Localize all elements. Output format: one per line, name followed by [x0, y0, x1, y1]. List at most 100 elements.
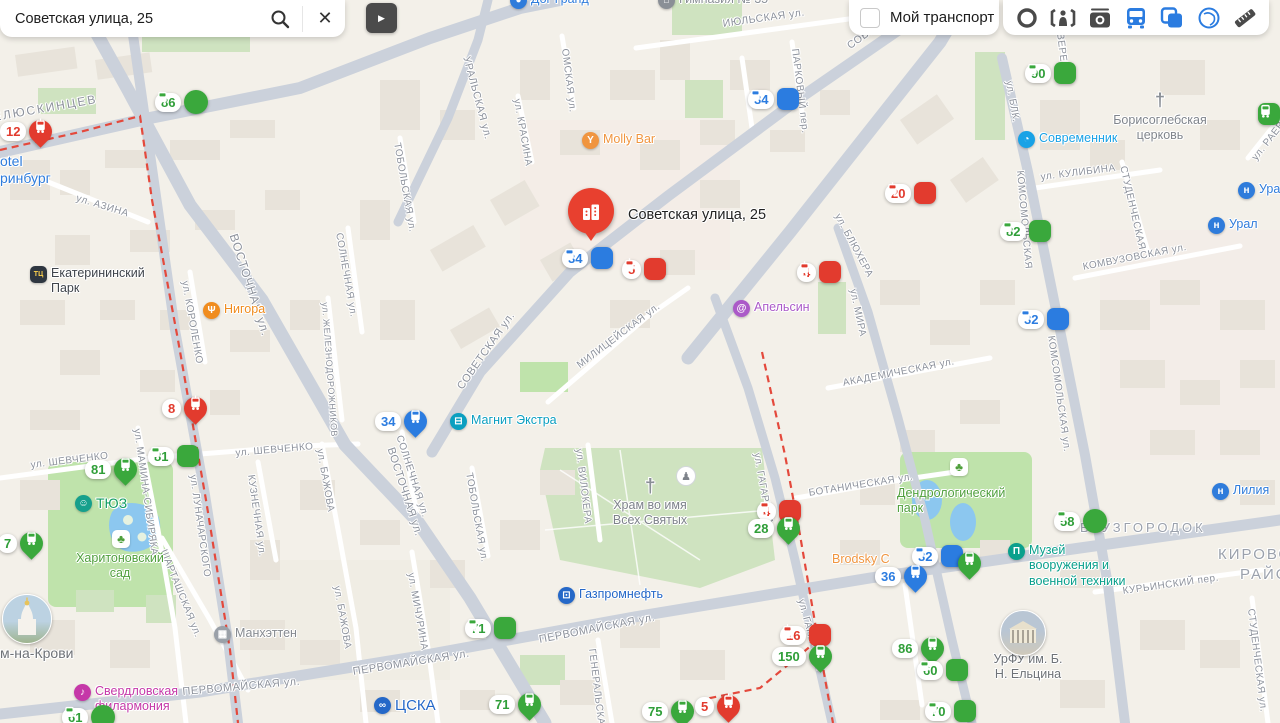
- poi-text: Магнит Экстра: [471, 413, 557, 427]
- church-photo[interactable]: [2, 594, 52, 644]
- poi-label[interactable]: † Борисоглебская церковь: [1113, 90, 1207, 144]
- poi-label[interactable]: @ Апельсин: [733, 300, 810, 317]
- my-transport-label: Мой транспорт: [890, 9, 995, 26]
- transit-stop-badge[interactable]: 34: [375, 405, 433, 438]
- poi-label[interactable]: н Лилия: [1212, 483, 1269, 500]
- poi-label[interactable]: otel ринбург: [0, 153, 51, 187]
- transit-stop-badge[interactable]: 32: [1018, 308, 1070, 330]
- photos-icon[interactable]: [1085, 3, 1115, 33]
- poi-label[interactable]: ⌂ Гимназия № 35: [658, 0, 768, 9]
- transit-stop-badge[interactable]: 71: [489, 688, 547, 721]
- photo-sphere-icon[interactable]: [1194, 3, 1224, 33]
- tree-icon: ♣: [112, 530, 130, 548]
- transit-stop-badge[interactable]: [1258, 103, 1280, 125]
- bus-marker-icon: [158, 90, 209, 114]
- transit-stop-badge[interactable]: 81: [85, 453, 143, 486]
- transit-stop-badge[interactable]: 5: [695, 690, 745, 723]
- transit-stop-badge[interactable]: 90: [1025, 62, 1077, 84]
- transit-stop-badge[interactable]: 61: [62, 705, 116, 723]
- bag-icon: @: [733, 300, 750, 317]
- search-icon[interactable]: [260, 2, 300, 36]
- transit-stop-badge[interactable]: [953, 547, 986, 580]
- poi-label[interactable]: н Урал: [1208, 217, 1258, 234]
- transit-stop-badge[interactable]: 12: [0, 115, 58, 148]
- bus-marker-icon: [109, 453, 143, 486]
- poi-label[interactable]: Ψ Нигора: [203, 302, 265, 319]
- poi-text: Дендрологический парк: [897, 486, 1006, 516]
- transit-stop-badge[interactable]: 150: [772, 640, 837, 673]
- transit-stop-badge[interactable]: 8: [162, 392, 212, 425]
- transit-stop-badge[interactable]: 60: [917, 659, 969, 681]
- transit-stop-badge[interactable]: 70: [925, 700, 977, 722]
- bus-marker-icon: [751, 88, 800, 110]
- poi-label[interactable]: Y Molly Bar: [582, 132, 655, 149]
- bus-marker-icon: [15, 527, 48, 560]
- transit-stop-badge[interactable]: 58: [1054, 509, 1108, 533]
- transit-stop-badge[interactable]: 86: [892, 632, 950, 665]
- traffic-icon[interactable]: [1012, 3, 1042, 33]
- bus-marker-icon: [151, 445, 200, 467]
- tram-marker-icon: [800, 261, 842, 283]
- poi-label[interactable]: ТЦ Екатерининский Парк: [30, 266, 145, 297]
- poi-label[interactable]: ⊡ Газпромнефть: [558, 587, 663, 604]
- poi-label[interactable]: Дендрологический парк: [897, 486, 1005, 517]
- poi-text: м-на-Крови: [0, 645, 74, 661]
- tram-marker-icon: [625, 258, 667, 280]
- mask-icon: ☺: [75, 495, 92, 512]
- bus-marker-icon: [953, 547, 986, 580]
- poi-label[interactable]: ⊟ Магнит Экстра: [450, 413, 557, 430]
- poi-label[interactable]: ▦ Манхэттен: [214, 626, 297, 643]
- tree-icon: ♣: [950, 458, 968, 476]
- transit-stop-badge[interactable]: 86: [155, 90, 209, 114]
- fork-icon: Ψ: [203, 302, 220, 319]
- poi-label[interactable]: ☺ ТЮЗ: [75, 495, 127, 512]
- search-input[interactable]: [13, 9, 260, 28]
- transit-stop-badge[interactable]: 81: [148, 445, 200, 467]
- university-photo[interactable]: [1000, 610, 1046, 656]
- transit-stop-badge[interactable]: 82: [1000, 220, 1052, 242]
- close-icon[interactable]: ✕: [305, 2, 345, 36]
- poi-label[interactable]: м-на-Крови: [0, 645, 73, 662]
- transit-stop-badge[interactable]: 7: [0, 527, 48, 560]
- bus-marker-icon: [565, 247, 614, 269]
- poi-label[interactable]: П Музей вооружения и военной техники: [1008, 543, 1125, 589]
- transport-icon[interactable]: [1121, 3, 1151, 33]
- poi-label[interactable]: УрФУ им. Б. Н. Ельцина: [994, 652, 1063, 683]
- transit-stop-badge[interactable]: 4: [797, 261, 842, 283]
- poi-label[interactable]: Харитоновский сад: [76, 551, 164, 582]
- bed-icon: н: [1238, 182, 1255, 199]
- panoramas-icon[interactable]: [1048, 3, 1078, 33]
- bus-marker-icon: [513, 688, 547, 721]
- route-number: 36: [875, 567, 902, 586]
- poi-text: otel ринбург: [0, 153, 51, 187]
- transit-stop-badge[interactable]: 75: [642, 695, 700, 723]
- destination-pin[interactable]: [568, 188, 614, 241]
- transit-stop-badge[interactable]: 71: [465, 617, 517, 639]
- school-icon: ⌂: [658, 0, 675, 9]
- transit-stop-badge[interactable]: 34: [748, 88, 800, 110]
- map-canvas[interactable]: ЧЕЛЮСКИНЦЕВ УРАЛЬСКАЯ ул. ОМСКАЯ ул. ПАРКОВ…: [0, 0, 1280, 723]
- poi-label[interactable]: ● Дог Гранд: [510, 0, 589, 9]
- poi-text: Газпромнефть: [579, 587, 663, 601]
- poi-label[interactable]: ∞ ЦСКА: [374, 697, 436, 715]
- poi-text: Современник: [1039, 131, 1118, 145]
- poi-text: Molly Bar: [603, 132, 656, 146]
- bus-marker-icon: [1258, 103, 1280, 125]
- transit-stop-badge[interactable]: 36: [875, 560, 933, 593]
- poi-label[interactable]: н Урал: [1238, 182, 1280, 199]
- ruler-icon[interactable]: [1230, 3, 1260, 33]
- poi-label[interactable]: ◔ Современник: [1018, 131, 1117, 148]
- transit-stop-badge[interactable]: 34: [562, 247, 614, 269]
- my-transport-checkbox[interactable]: [860, 7, 880, 28]
- route-number: 28: [748, 519, 775, 538]
- map-toolbar: [1003, 0, 1269, 35]
- transit-stop-badge[interactable]: 20: [885, 182, 937, 204]
- my-transport-panel: Мой транспорт: [849, 0, 999, 35]
- transit-stop-badge[interactable]: 28: [748, 512, 806, 545]
- layers-icon[interactable]: [1157, 3, 1187, 33]
- expand-sidebar-button[interactable]: ▶: [366, 3, 397, 33]
- poi-label[interactable]: Храм во имя Всех Святых: [613, 498, 687, 529]
- maps-app-window: ЧЕЛЮСКИНЦЕВ УРАЛЬСКАЯ ул. ОМСКАЯ ул. ПАРКОВ…: [0, 0, 1280, 723]
- transit-stop-badge[interactable]: 5: [622, 258, 667, 280]
- music-icon: ♪: [74, 684, 91, 701]
